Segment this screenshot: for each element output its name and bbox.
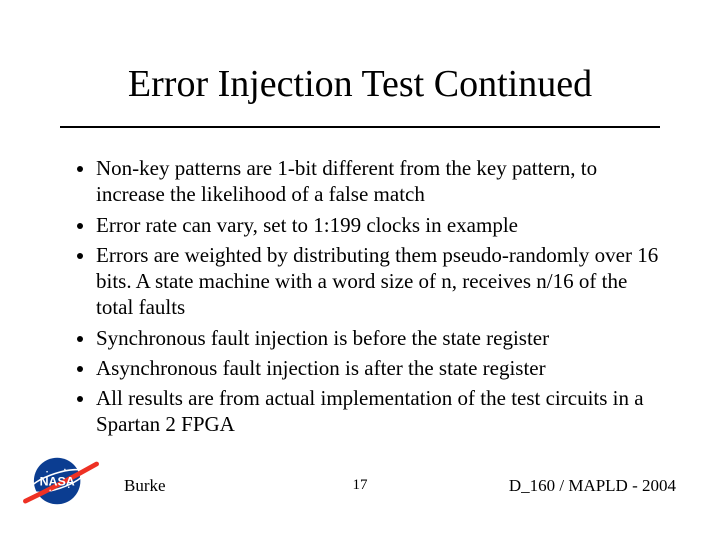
bullet-item: Asynchronous fault injection is after th… <box>96 355 660 381</box>
bullet-list: Non-key patterns are 1-bit different fro… <box>74 155 660 442</box>
slide-title: Error Injection Test Continued <box>0 62 720 106</box>
slide: Error Injection Test Continued Non-key p… <box>0 0 720 540</box>
bullet-item: Error rate can vary, set to 1:199 clocks… <box>96 212 660 238</box>
bullet-item: Non-key patterns are 1-bit different fro… <box>96 155 660 208</box>
bullet-item: All results are from actual implementati… <box>96 385 660 438</box>
title-underline <box>60 126 660 128</box>
footer: NASA Burke 17 D_160 / MAPLD - 2004 <box>0 454 720 524</box>
bullet-item: Errors are weighted by distributing them… <box>96 242 660 321</box>
bullet-item: Synchronous fault injection is before th… <box>96 325 660 351</box>
footer-right-label: D_160 / MAPLD - 2004 <box>509 476 676 496</box>
